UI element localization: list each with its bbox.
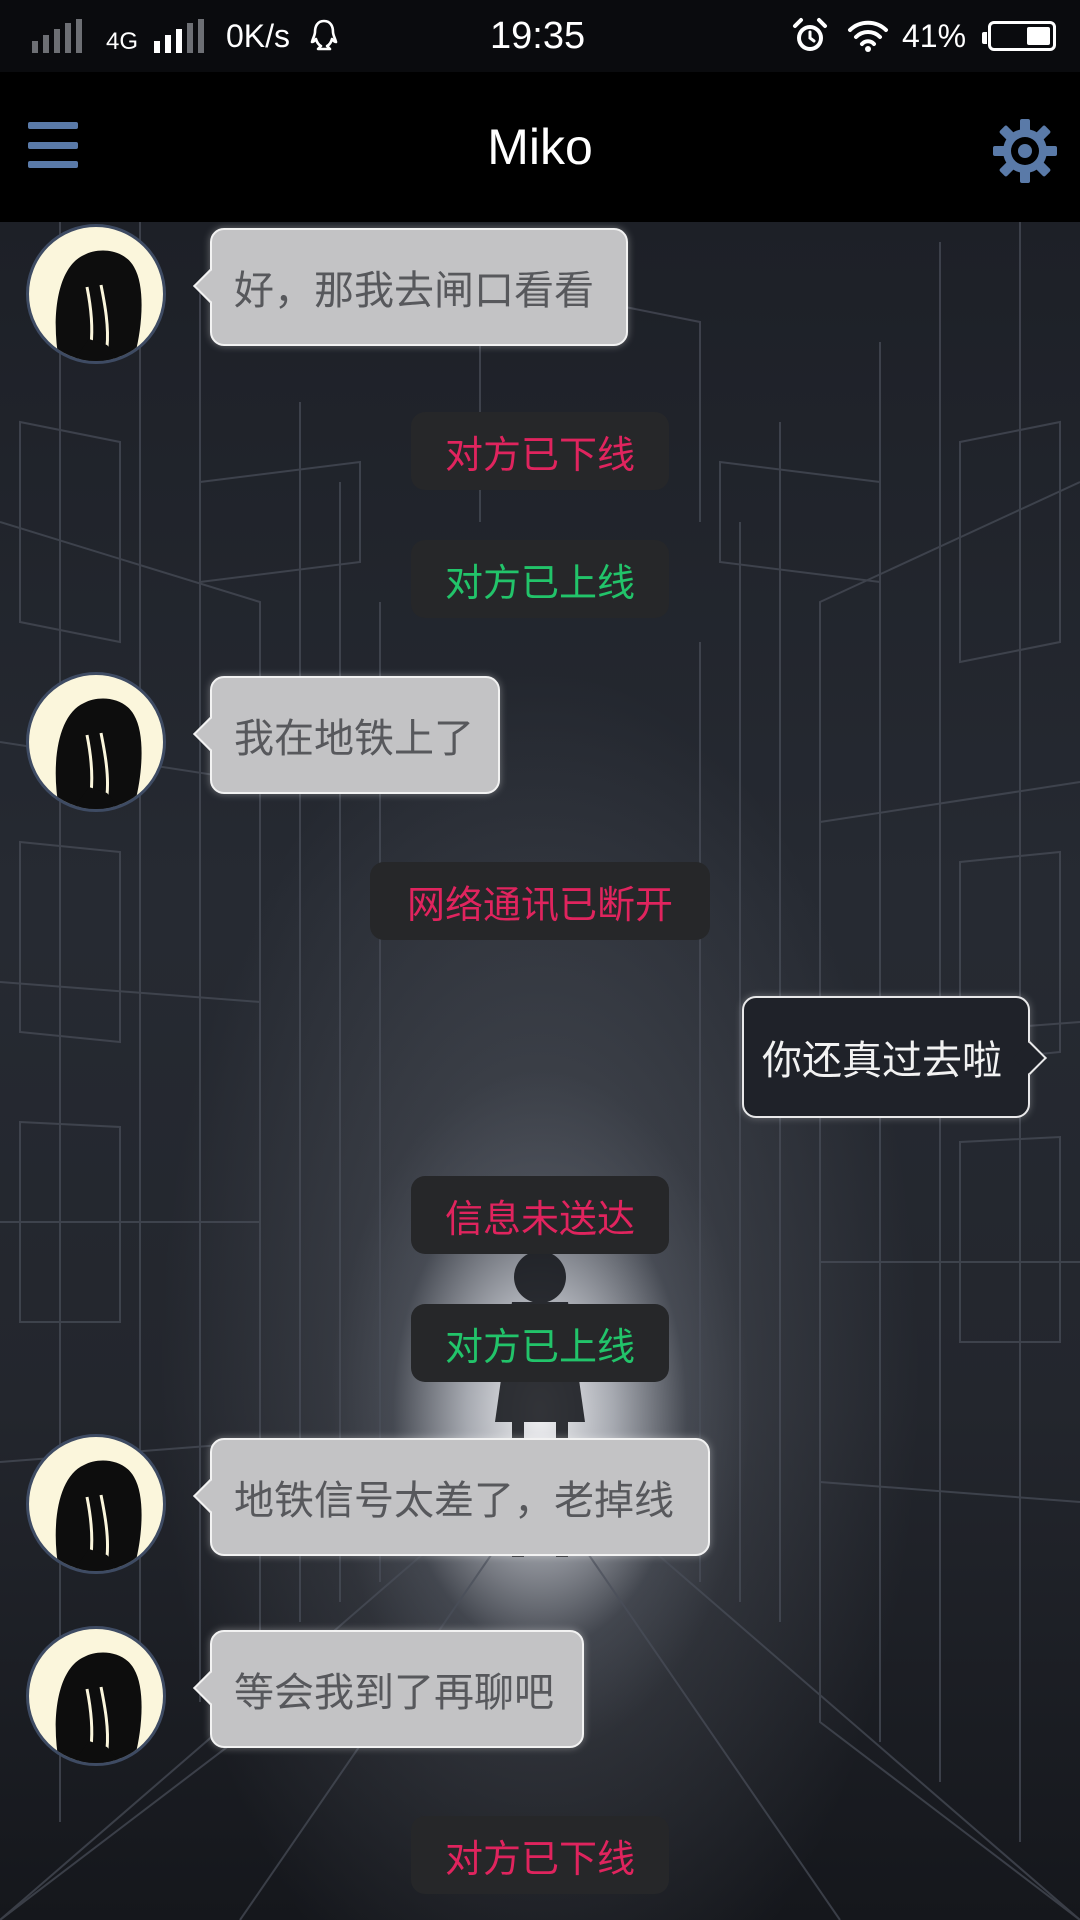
message-bubble-incoming[interactable]: 地铁信号太差了，老掉线 bbox=[210, 1438, 710, 1556]
chat-title: Miko bbox=[487, 119, 593, 175]
message-bubble-incoming[interactable]: 我在地铁上了 bbox=[210, 676, 500, 794]
chat-header: Miko bbox=[0, 72, 1080, 222]
status-offline: 对方已下线 bbox=[411, 412, 669, 490]
message-bubble-incoming[interactable]: 等会我到了再聊吧 bbox=[210, 1630, 584, 1748]
chat-background: 好，那我去闸口看看 对方已下线 对方已上线 我在地铁上了 网络通讯已断开 你还真… bbox=[0, 222, 1080, 1920]
qq-icon bbox=[308, 0, 340, 72]
contact-avatar[interactable] bbox=[26, 1434, 166, 1574]
battery-icon bbox=[982, 0, 1056, 72]
status-offline: 对方已下线 bbox=[411, 1816, 669, 1894]
alarm-icon bbox=[790, 0, 830, 72]
contact-avatar[interactable] bbox=[26, 1626, 166, 1766]
avatar-image bbox=[55, 1460, 142, 1571]
message-bubble-outgoing[interactable]: 你还真过去啦 bbox=[742, 996, 1030, 1118]
status-online: 对方已上线 bbox=[411, 1304, 669, 1382]
menu-icon[interactable] bbox=[28, 122, 78, 168]
battery-percent: 41% bbox=[902, 17, 967, 54]
gear-icon[interactable] bbox=[990, 116, 1060, 186]
chat-screen: 4G 0K/s 19:35 41% Miko 好，那我去闸口看看 对方已下线 对… bbox=[0, 0, 1080, 1920]
avatar-image bbox=[55, 1652, 142, 1763]
status-not-delivered: 信息未送达 bbox=[411, 1176, 669, 1254]
avatar-image bbox=[55, 698, 142, 809]
status-online: 对方已上线 bbox=[411, 540, 669, 618]
avatar-image bbox=[55, 250, 142, 361]
network-speed: 0K/s bbox=[226, 17, 291, 54]
message-bubble-incoming[interactable]: 好，那我去闸口看看 bbox=[210, 228, 628, 346]
signal-icon-secondary bbox=[154, 0, 204, 72]
wifi-icon bbox=[846, 0, 890, 72]
clock: 19:35 bbox=[490, 14, 586, 57]
signal-icon bbox=[32, 0, 82, 72]
contact-avatar[interactable] bbox=[26, 224, 166, 364]
status-network-disconnected: 网络通讯已断开 bbox=[370, 862, 710, 940]
network-type: 4G bbox=[106, 28, 139, 55]
contact-avatar[interactable] bbox=[26, 672, 166, 812]
status-bar: 4G 0K/s 19:35 41% bbox=[0, 0, 1080, 72]
